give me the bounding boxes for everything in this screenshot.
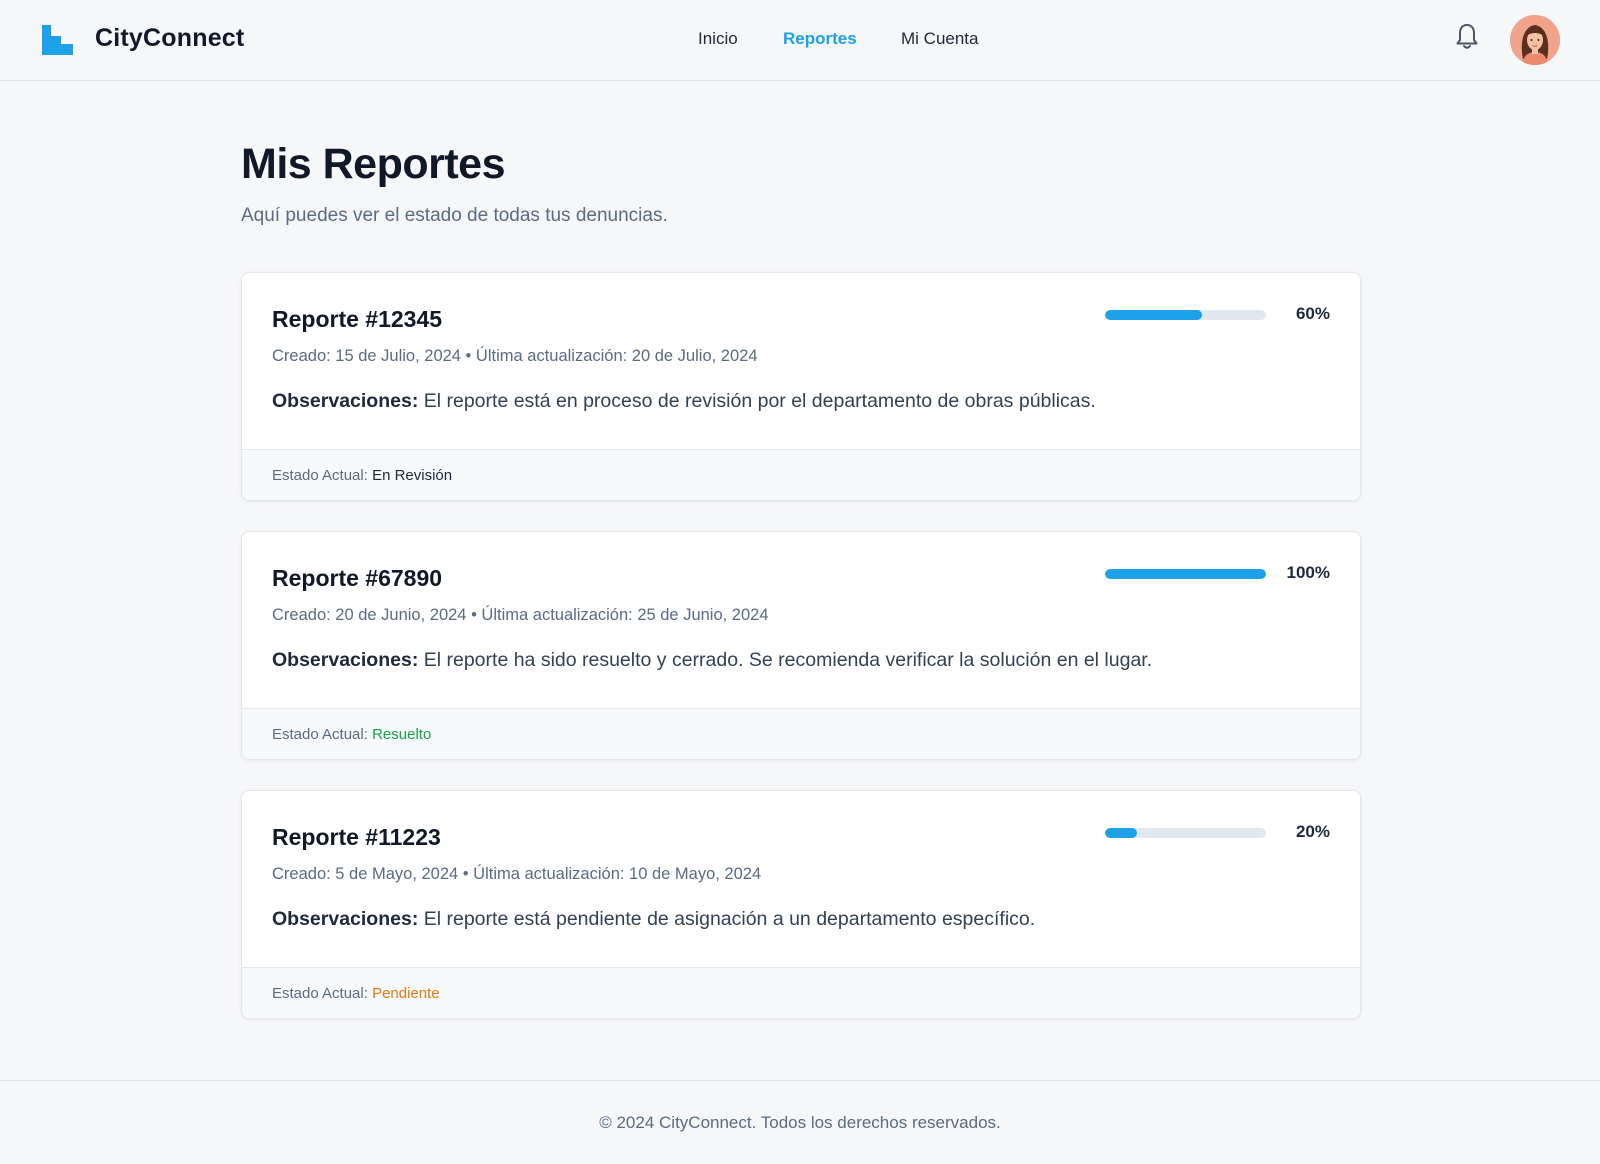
observations-label: Observaciones:	[272, 908, 419, 930]
progress-bar-fill	[1105, 310, 1202, 320]
page-subtitle: Aquí puedes ver el estado de todas tus d…	[241, 205, 668, 226]
report-status: Estado Actual: Pendiente	[272, 985, 440, 1002]
progress-bar-fill	[1105, 828, 1138, 838]
nav-item-reportes[interactable]: Reportes	[783, 29, 857, 49]
report-card[interactable]: Reporte #12345 60% Creado: 15 de Julio, …	[241, 272, 1361, 501]
report-observations: Observaciones: El reporte está pendiente…	[272, 908, 1035, 931]
progress-bar	[1105, 828, 1266, 838]
observations-text: El reporte está pendiente de asignación …	[418, 908, 1036, 930]
progress-bar-fill	[1105, 569, 1266, 579]
user-avatar[interactable]	[1510, 15, 1560, 65]
report-card[interactable]: Reporte #11223 20% Creado: 5 de Mayo, 20…	[241, 790, 1361, 1019]
top-navbar: CityConnect Inicio Reportes Mi Cuenta	[0, 0, 1600, 81]
status-value: Pendiente	[372, 985, 440, 1002]
progress-bar	[1105, 569, 1266, 579]
report-status: Estado Actual: En Revisión	[272, 467, 452, 484]
page-footer: © 2024 CityConnect. Todos los derechos r…	[0, 1080, 1600, 1164]
bell-icon[interactable]	[1454, 22, 1480, 52]
report-observations: Observaciones: El reporte está en proces…	[272, 390, 1096, 413]
report-dates: Creado: 15 de Julio, 2024 • Última actua…	[272, 347, 758, 365]
observations-text: El reporte ha sido resuelto y cerrado. S…	[418, 649, 1153, 671]
progress-percent: 100%	[1286, 563, 1330, 582]
report-status: Estado Actual: Resuelto	[272, 726, 431, 743]
observations-label: Observaciones:	[272, 390, 419, 412]
copyright-text: © 2024 CityConnect. Todos los derechos r…	[599, 1113, 1001, 1132]
nav-item-inicio[interactable]: Inicio	[698, 29, 738, 49]
report-status-bar: Estado Actual: Resuelto	[242, 708, 1360, 759]
status-value: Resuelto	[372, 726, 432, 743]
report-observations: Observaciones: El reporte ha sido resuel…	[272, 649, 1152, 672]
observations-label: Observaciones:	[272, 649, 419, 671]
observations-text: El reporte está en proceso de revisión p…	[418, 390, 1096, 412]
nav-item-mi-cuenta[interactable]: Mi Cuenta	[901, 29, 978, 49]
report-status-bar: Estado Actual: Pendiente	[242, 967, 1360, 1018]
status-label: Estado Actual:	[272, 726, 373, 743]
report-title: Reporte #67890	[272, 565, 443, 591]
report-status-bar: Estado Actual: En Revisión	[242, 449, 1360, 500]
status-value: En Revisión	[372, 467, 453, 484]
report-dates: Creado: 5 de Mayo, 2024 • Última actuali…	[272, 865, 762, 883]
report-card[interactable]: Reporte #67890 100% Creado: 20 de Junio,…	[241, 531, 1361, 760]
page-title: Mis Reportes	[241, 140, 506, 188]
progress-percent: 20%	[1295, 822, 1330, 841]
status-label: Estado Actual:	[272, 985, 373, 1002]
status-label: Estado Actual:	[272, 467, 373, 484]
progress-percent: 60%	[1295, 304, 1330, 323]
main-nav: Inicio Reportes Mi Cuenta	[0, 29, 1600, 53]
report-title: Reporte #12345	[272, 306, 443, 332]
progress-bar	[1105, 310, 1266, 320]
report-title: Reporte #11223	[272, 824, 441, 850]
report-dates: Creado: 20 de Junio, 2024 • Última actua…	[272, 606, 769, 624]
